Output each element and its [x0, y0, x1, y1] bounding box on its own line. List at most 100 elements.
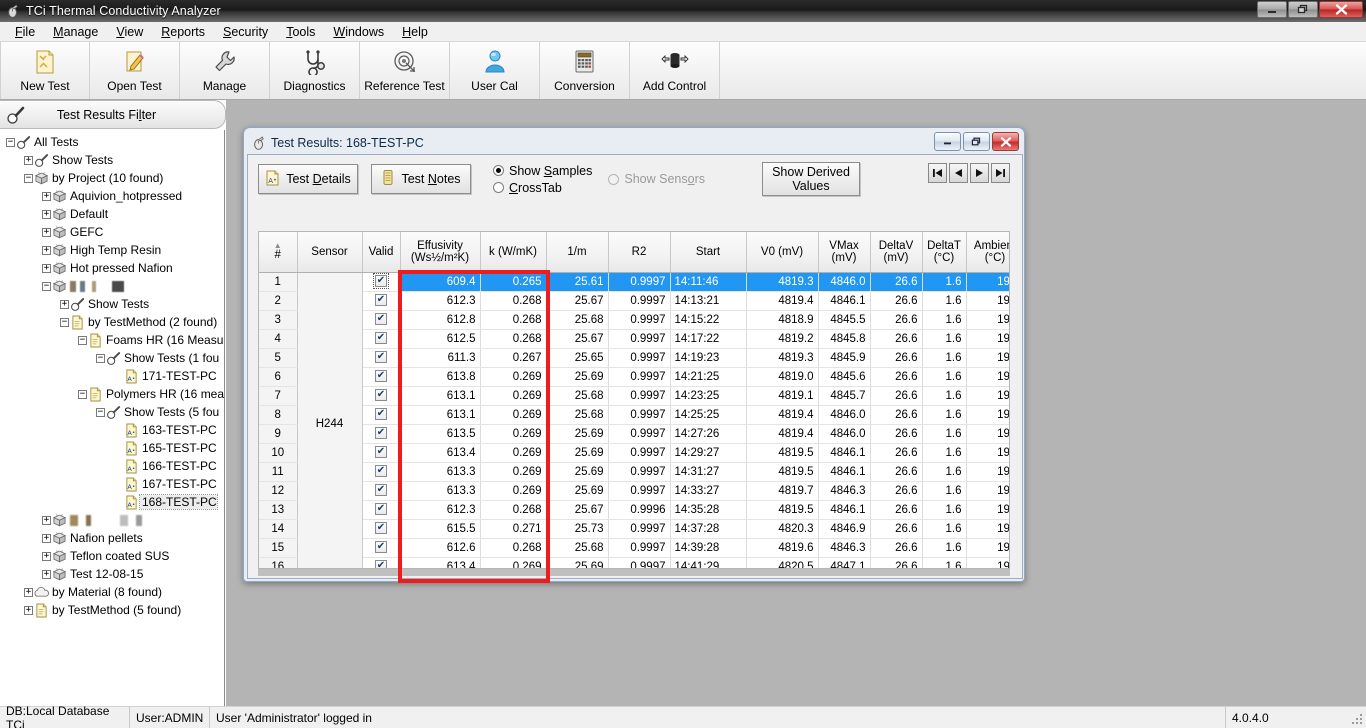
child-close-button[interactable] [992, 132, 1019, 151]
valid-cell[interactable]: ✔ [362, 291, 401, 311]
valid-checkbox[interactable]: ✔ [375, 294, 387, 307]
toolbar-diagnostics[interactable]: Diagnostics [270, 42, 360, 99]
radio-crosstab[interactable]: CrossTab [493, 181, 592, 195]
menu-tools[interactable]: Tools [277, 23, 324, 41]
toolbar-reference-test[interactable]: Reference Test [360, 42, 450, 99]
last-record-button[interactable] [991, 163, 1010, 183]
table-row[interactable]: 2 ✔ 612.3 0.268 25.67 0.9997 14:13:21 4819.4 484… [259, 291, 1009, 311]
toolbar-new-test[interactable]: New Test [0, 42, 90, 99]
tree-item[interactable]: − Show Tests (5 fou [0, 403, 224, 421]
tree-expand-icon[interactable]: + [60, 299, 69, 309]
menu-manage[interactable]: Manage [44, 23, 107, 41]
tree-expand-icon[interactable]: + [42, 569, 51, 579]
tree-item[interactable]: − Show Tests (1 fou [0, 349, 224, 367]
table-row[interactable]: 14 ✔ 615.5 0.271 25.73 0.9997 14:37:28 4820.3 48… [259, 519, 1009, 539]
valid-cell[interactable]: ✔ [362, 386, 401, 406]
table-row[interactable]: 9 ✔ 613.5 0.269 25.69 0.9997 14:27:26 4819.4 484… [259, 424, 1009, 444]
menu-windows[interactable]: Windows [324, 23, 393, 41]
table-row[interactable]: 8 ✔ 613.1 0.269 25.68 0.9997 14:25:25 4819.4 484… [259, 405, 1009, 425]
valid-checkbox[interactable]: ✔ [375, 560, 387, 568]
tree-item[interactable]: A • 168-TEST-PC [0, 493, 224, 511]
show-derived-values-button[interactable]: Show Derived Values [762, 162, 860, 196]
valid-cell[interactable]: ✔ [362, 329, 401, 349]
tree-collapse-icon[interactable]: − [78, 389, 87, 399]
table-row[interactable]: 10 ✔ 613.4 0.269 25.69 0.9997 14:29:27 4819.5 48… [259, 443, 1009, 463]
valid-checkbox[interactable]: ✔ [375, 522, 387, 535]
valid-cell[interactable]: ✔ [362, 272, 401, 292]
tree-collapse-icon[interactable]: − [60, 317, 69, 327]
valid-checkbox[interactable]: ✔ [375, 332, 387, 345]
previous-record-button[interactable] [949, 163, 968, 183]
valid-checkbox[interactable]: ✔ [375, 446, 387, 459]
valid-cell[interactable]: ✔ [362, 348, 401, 368]
tree-item[interactable]: + Hot pressed Nafion [0, 259, 224, 277]
tree-item[interactable]: + Teflon coated SUS [0, 547, 224, 565]
tree-item[interactable]: A • 171-TEST-PC [0, 367, 224, 385]
tree-expand-icon[interactable]: + [42, 533, 51, 543]
restore-button[interactable] [1288, 1, 1318, 18]
menu-view[interactable]: View [107, 23, 152, 41]
test-notes-button[interactable]: Test Notes [371, 164, 471, 194]
tree-expand-icon[interactable]: + [42, 515, 51, 525]
menu-reports[interactable]: Reports [152, 23, 214, 41]
valid-checkbox[interactable]: ✔ [375, 351, 387, 364]
tree-item[interactable]: − by TestMethod (2 found) [0, 313, 224, 331]
menu-security[interactable]: Security [214, 23, 277, 41]
tree-item[interactable]: + Nafion pellets [0, 529, 224, 547]
tree-item[interactable]: + [0, 511, 224, 529]
tree-item[interactable]: + High Temp Resin [0, 241, 224, 259]
column-header-r2[interactable]: R2 [608, 232, 671, 273]
table-row[interactable]: 6 ✔ 613.8 0.269 25.69 0.9997 14:21:25 4819.0 484… [259, 367, 1009, 387]
tree-collapse-icon[interactable]: − [24, 173, 33, 183]
column-header-deltat[interactable]: DeltaT (°C) [922, 232, 967, 273]
test-results-grid[interactable]: ▲ # Sensor Valid Effusivity (Ws½/m²K) k (W/mK)… [258, 231, 1010, 569]
toolbar-manage[interactable]: Manage [180, 42, 270, 99]
table-row[interactable]: 16 ✔ 613.4 0.269 25.69 0.9997 14:41:29 4820.5 48… [259, 557, 1009, 568]
table-row[interactable]: 1 H244 ✔ 609.4 0.265 25.61 0.9997 14:11:46 4819.… [259, 272, 1009, 568]
valid-checkbox[interactable]: ✔ [375, 370, 387, 383]
table-row[interactable]: 13 ✔ 612.3 0.268 25.67 0.9996 14:35:28 4819.5 48… [259, 500, 1009, 520]
valid-checkbox[interactable]: ✔ [375, 484, 387, 497]
column-header-effusivity[interactable]: Effusivity (Ws½/m²K) [400, 232, 481, 273]
toolbar-conversion[interactable]: Conversion [540, 42, 630, 99]
valid-checkbox[interactable]: ✔ [375, 503, 387, 516]
tree-item[interactable]: A • 166-TEST-PC [0, 457, 224, 475]
tree-item[interactable]: − All Tests [0, 133, 224, 151]
radio-show-samples[interactable]: Show Samples [493, 164, 592, 178]
table-row[interactable]: 3 ✔ 612.8 0.268 25.68 0.9997 14:15:22 4818.9 484… [259, 310, 1009, 330]
tree-item[interactable]: A • 167-TEST-PC [0, 475, 224, 493]
valid-checkbox[interactable]: ✔ [375, 465, 387, 478]
valid-cell[interactable]: ✔ [362, 538, 401, 558]
valid-cell[interactable]: ✔ [362, 519, 401, 539]
tree-item[interactable]: A • 165-TEST-PC [0, 439, 224, 457]
column-header-invm[interactable]: 1/m [546, 232, 609, 273]
resize-grip-icon[interactable] [1346, 707, 1366, 728]
valid-cell[interactable]: ✔ [362, 405, 401, 425]
valid-cell[interactable]: ✔ [362, 500, 401, 520]
table-row[interactable]: 11 ✔ 613.3 0.269 25.69 0.9997 14:31:27 4819.5 48… [259, 462, 1009, 482]
tree-item[interactable]: − [0, 277, 224, 295]
table-row[interactable]: 7 ✔ 613.1 0.269 25.68 0.9997 14:23:25 4819.1 484… [259, 386, 1009, 406]
menu-file[interactable]: File [6, 23, 44, 41]
valid-checkbox[interactable]: ✔ [375, 389, 387, 402]
valid-cell[interactable]: ✔ [362, 462, 401, 482]
column-header-vmax[interactable]: VMax (mV) [818, 232, 871, 273]
radio-crosstab-dot[interactable] [493, 182, 504, 193]
table-row[interactable]: 5 ✔ 611.3 0.267 25.65 0.9997 14:19:23 4819.3 484… [259, 348, 1009, 368]
next-record-button[interactable] [970, 163, 989, 183]
column-header-num[interactable]: ▲ # [259, 232, 298, 273]
column-header-start[interactable]: Start [670, 232, 747, 273]
tree-collapse-icon[interactable]: − [42, 281, 51, 291]
valid-cell[interactable]: ✔ [362, 310, 401, 330]
tree-item[interactable]: − Foams HR (16 Measur [0, 331, 224, 349]
first-record-button[interactable] [928, 163, 947, 183]
tree-collapse-icon[interactable]: − [6, 137, 15, 147]
tree-expand-icon[interactable]: + [42, 209, 51, 219]
tree-expand-icon[interactable]: + [24, 605, 33, 615]
column-header-k[interactable]: k (W/mK) [480, 232, 547, 273]
valid-cell[interactable]: ✔ [362, 557, 401, 568]
tree-item[interactable]: + Test 12-08-15 [0, 565, 224, 583]
menu-help[interactable]: Help [393, 23, 437, 41]
valid-checkbox[interactable]: ✔ [375, 313, 387, 326]
toolbar-user-cal[interactable]: User Cal [450, 42, 540, 99]
